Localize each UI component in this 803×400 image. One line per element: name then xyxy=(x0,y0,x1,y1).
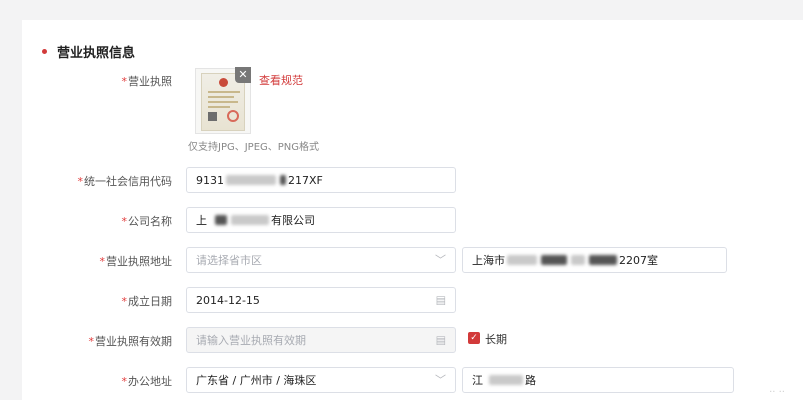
long-term-checkbox[interactable]: ✓ xyxy=(468,332,480,344)
form-card: 营业执照信息 *营业执照 ✕ 查看规范 仅支持JPG、JPEG、PNG格式 *统… xyxy=(22,20,803,400)
found-date-field[interactable]: 2014-12-15 ▤ xyxy=(186,287,456,313)
credit-code-label: *统一社会信用代码 xyxy=(77,175,173,188)
calendar-icon[interactable]: ▤ xyxy=(436,335,446,346)
validity-field[interactable]: 请输入营业执照有效期 ▤ xyxy=(186,327,456,353)
long-term-label[interactable]: 长期 xyxy=(485,331,507,347)
company-name-field[interactable]: 上 有限公司 xyxy=(186,207,456,233)
calendar-icon[interactable]: ▤ xyxy=(436,295,446,306)
office-address-detail-field[interactable]: 江 路 xyxy=(462,367,734,393)
license-region-select[interactable]: 请选择省市区 ﹀ xyxy=(186,247,456,273)
license-address-detail-field[interactable]: 上海市 2207室 xyxy=(462,247,727,273)
validity-label: *营业执照有效期 xyxy=(88,335,173,348)
view-spec-link[interactable]: 查看规范 xyxy=(259,72,303,88)
office-region-select[interactable]: 广东省 / 广州市 / 海珠区 ﹀ xyxy=(186,367,456,393)
license-label: *营业执照 xyxy=(121,75,173,88)
close-icon[interactable]: ✕ xyxy=(235,67,251,83)
license-address-label: *营业执照地址 xyxy=(99,255,173,268)
found-date-label: *成立日期 xyxy=(121,295,173,308)
section-title: 营业执照信息 xyxy=(42,42,135,61)
chevron-down-icon: ﹀ xyxy=(435,373,446,387)
faded-watermark: ·· ·· xyxy=(769,387,785,398)
format-hint: 仅支持JPG、JPEG、PNG格式 xyxy=(188,142,320,153)
credit-code-field[interactable]: 9131 217XF xyxy=(186,167,456,193)
company-name-label: *公司名称 xyxy=(121,215,173,228)
chevron-down-icon: ﹀ xyxy=(435,253,446,267)
office-address-label: *办公地址 xyxy=(121,375,173,388)
bullet-dot xyxy=(42,49,47,54)
